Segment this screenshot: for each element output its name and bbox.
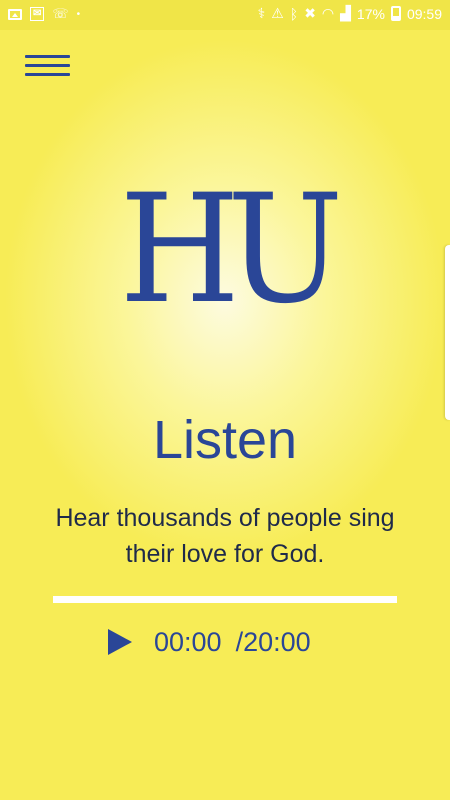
signal-icon: ▟ [340,5,351,21]
progress-bar[interactable] [53,596,397,603]
missed-call-icon: ☏ [52,6,69,21]
total-time: 20:00 [243,626,311,657]
hu-logo: HU [119,163,344,337]
clock: 09:59 [406,5,442,22]
page-title: Listen [152,410,298,470]
battery-percent: 17% [356,5,385,22]
mute-icon: ✖ [304,5,316,21]
time-separator: / [235,626,244,657]
battery-icon [390,6,401,21]
alarm-icon: ⚠ [271,5,284,21]
menu-line-bottom [25,73,70,76]
hamburger-menu-icon[interactable] [25,55,70,77]
menu-line-middle [25,64,70,67]
status-bar-right: ⚕ ⚠ ᛒ ✖ ◠ ▟ 17% 09:59 [258,5,442,22]
side-panel-handle[interactable] [445,245,450,420]
description-text: Hear thousands of people sing their love… [55,504,395,568]
current-time: 00:00 [154,626,222,657]
image-icon [8,8,22,20]
audio-player: 00:00 / 20:00 [108,622,311,662]
menu-line-top [25,55,70,58]
dot-icon: • [76,8,81,20]
wifi-icon: ◠ [321,5,335,21]
status-bar: ✉ ☏ • ⚕ ⚠ ᛒ ✖ ◠ ▟ 17% 09:59 [0,0,450,30]
play-icon[interactable] [108,629,132,655]
bluetooth-icon: ᛒ [289,5,299,22]
status-bar-left: ✉ ☏ • [8,6,80,22]
battery-saver-icon: ⚕ [257,5,266,21]
sms-icon: ✉ [30,7,45,21]
